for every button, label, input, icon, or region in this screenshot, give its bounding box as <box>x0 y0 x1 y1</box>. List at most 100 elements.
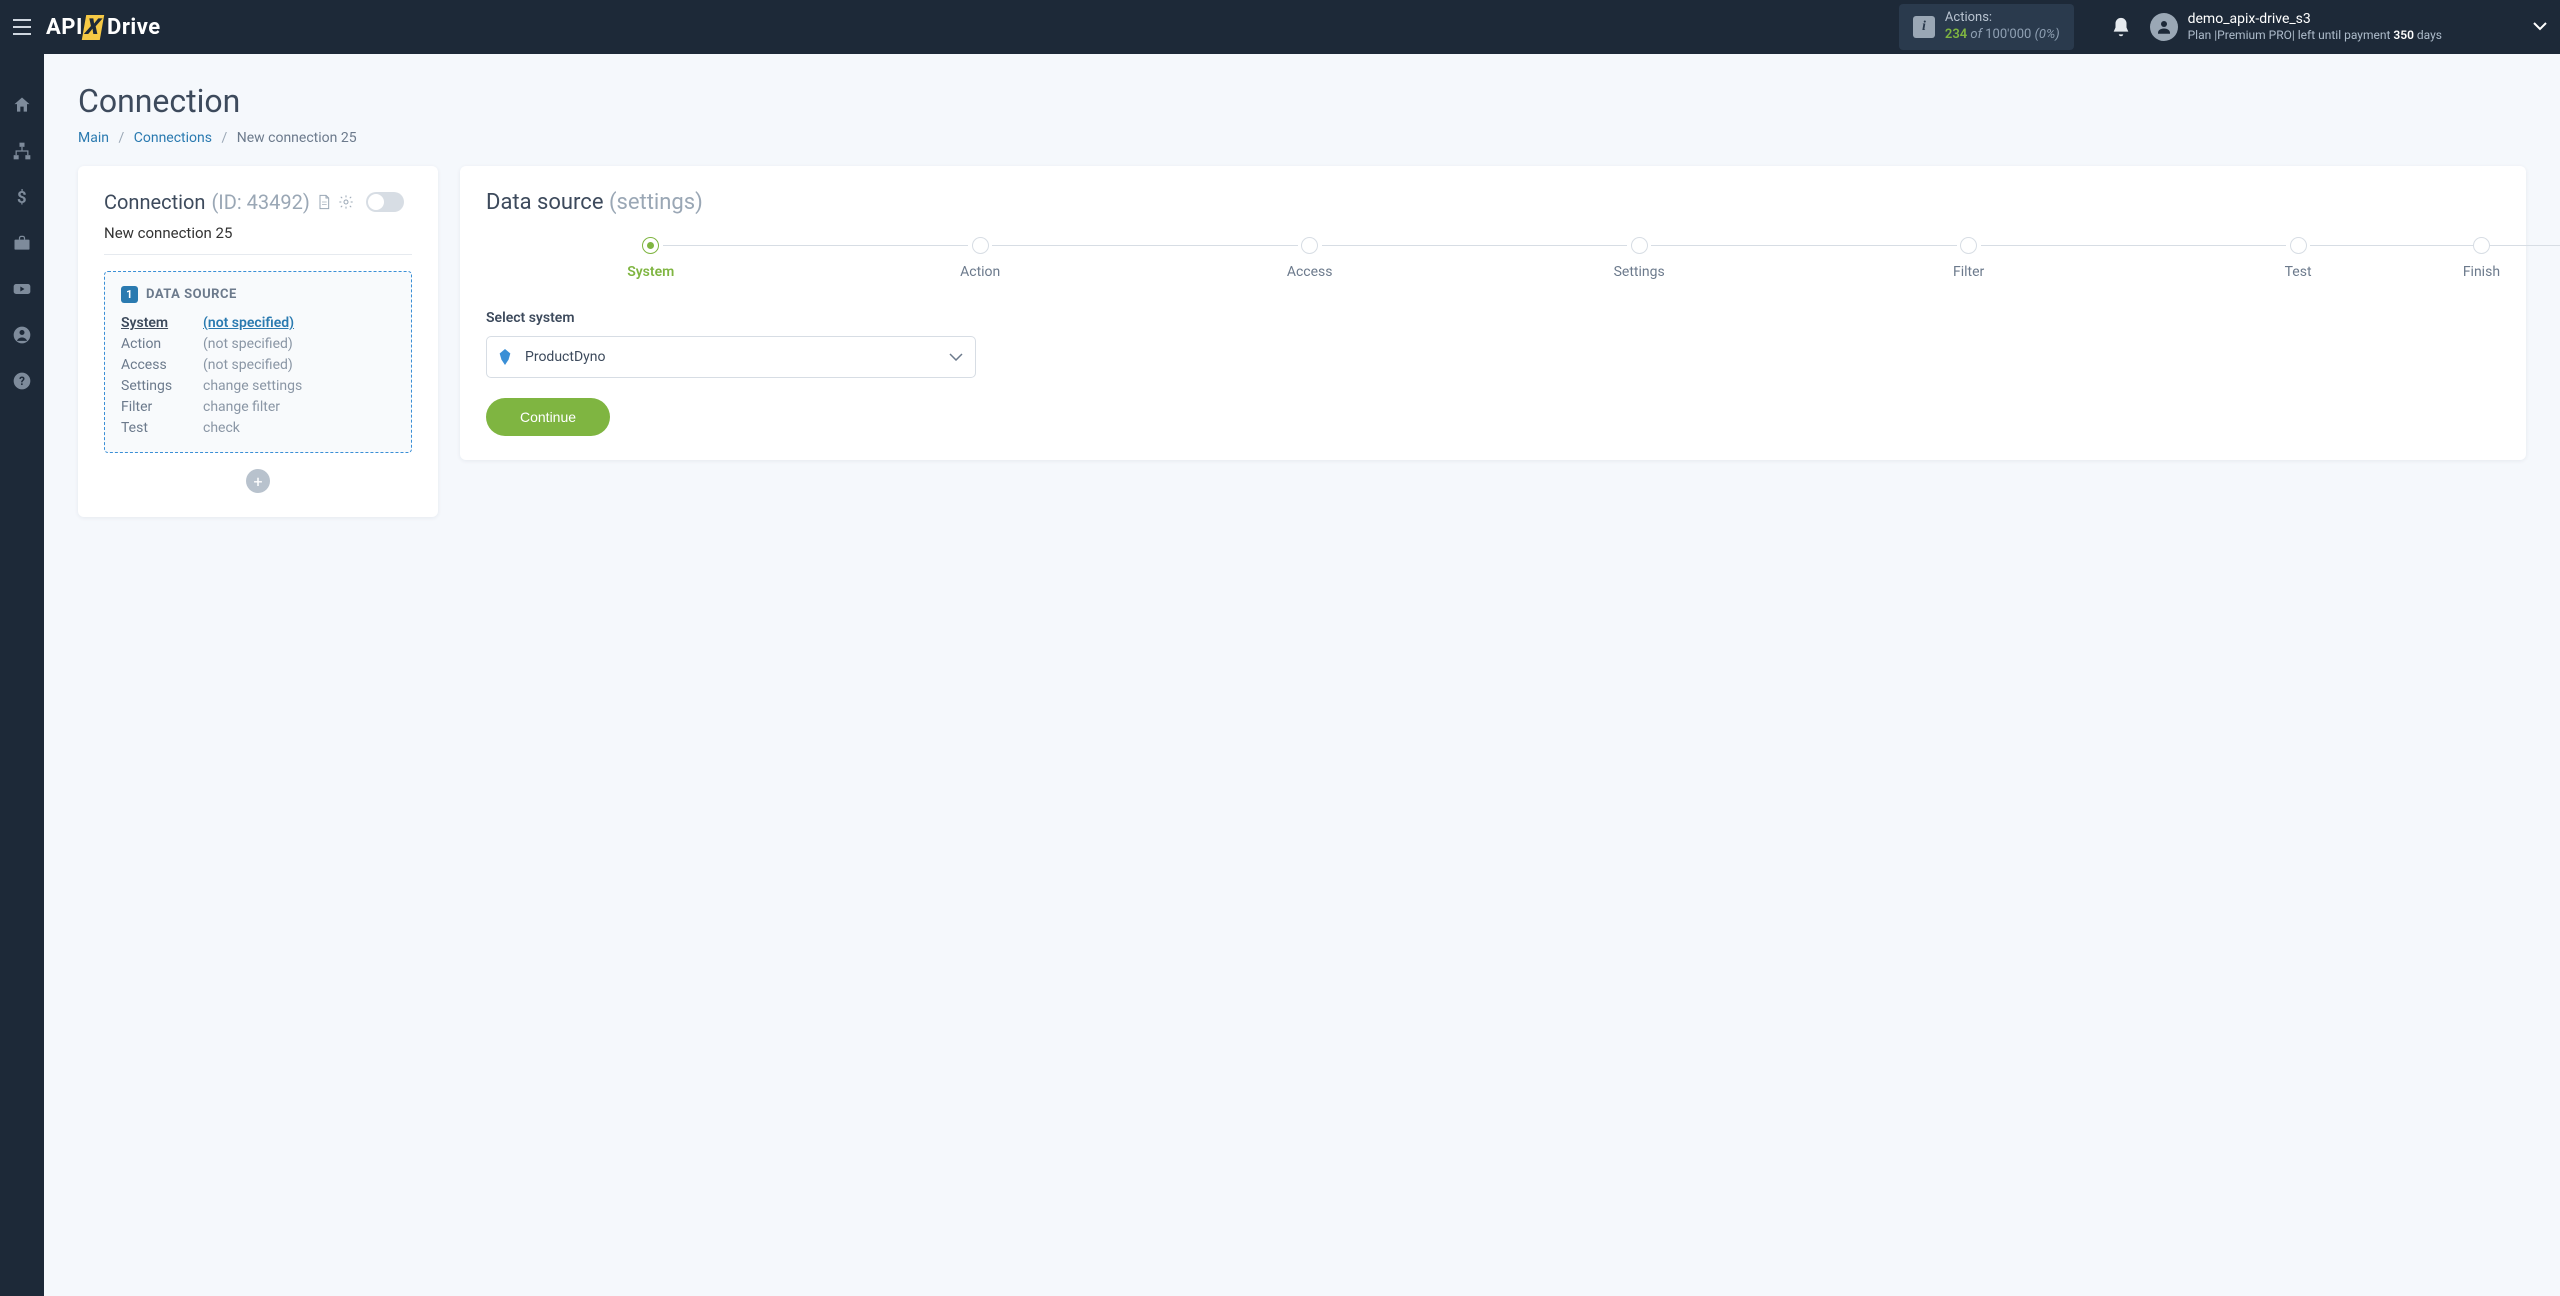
right-header-title: Data source <box>486 190 604 215</box>
right-header-sub: (settings) <box>609 190 703 215</box>
hamburger-icon <box>12 19 32 35</box>
ds-row-value[interactable]: (not specified) <box>203 315 395 331</box>
actions-text: Actions: 234 of 100'000 (0%) <box>1945 10 2060 44</box>
ds-row-value: change filter <box>203 399 395 415</box>
user-text: demo_apix-drive_s3 Plan |Premium PRO| le… <box>2188 11 2442 44</box>
chevron-down-icon <box>949 353 963 361</box>
system-icon <box>499 349 513 365</box>
user-menu[interactable]: demo_apix-drive_s3 Plan |Premium PRO| le… <box>2150 11 2548 44</box>
bell-icon[interactable] <box>2110 16 2132 38</box>
sitemap-icon <box>12 141 32 161</box>
system-select[interactable]: ProductDyno <box>486 336 976 378</box>
content: Connection Main / Connections / New conn… <box>44 54 2560 1296</box>
ds-row-key: Action <box>121 336 203 352</box>
document-icon[interactable] <box>316 194 332 210</box>
connection-header: Connection (ID: 43492) <box>104 190 412 214</box>
system-selected: ProductDyno <box>525 349 949 365</box>
logo-api: API <box>46 15 83 40</box>
logo[interactable]: API X Drive <box>46 15 161 40</box>
actions-pct: (0%) <box>2035 27 2060 42</box>
ds-row-key: Filter <box>121 399 203 415</box>
ds-row-value: check <box>203 420 395 436</box>
ds-row-key: Access <box>121 357 203 373</box>
step-label: Action <box>960 264 1000 280</box>
user-circle-icon <box>12 325 32 345</box>
question-icon: ? <box>12 371 32 391</box>
ds-row-key[interactable]: System <box>121 315 203 331</box>
step-dot <box>1960 237 1977 254</box>
svg-text:?: ? <box>19 374 25 388</box>
logo-drive: Drive <box>107 15 161 40</box>
ds-row-value: (not specified) <box>203 336 395 352</box>
logo-x: X <box>82 15 105 40</box>
step-dot <box>1301 237 1318 254</box>
gear-icon[interactable] <box>338 194 354 210</box>
nav-help[interactable]: ? <box>11 370 33 392</box>
data-source-box: 1 DATA SOURCE System(not specified)Actio… <box>104 271 412 453</box>
step-label: System <box>627 264 674 280</box>
avatar <box>2150 13 2178 41</box>
select-system-label: Select system <box>486 310 2500 326</box>
ds-row-value: (not specified) <box>203 357 395 373</box>
youtube-icon <box>12 279 32 299</box>
nav-account[interactable] <box>11 324 33 346</box>
actions-count: 234 <box>1945 27 1967 42</box>
data-source-title-text: DATA SOURCE <box>146 287 237 302</box>
user-chevron[interactable] <box>2532 19 2548 35</box>
step-finish[interactable]: Finish <box>2463 237 2500 280</box>
actions-label: Actions: <box>1945 10 2060 27</box>
step-filter[interactable]: Filter <box>1804 237 2133 280</box>
ds-row-key: Settings <box>121 378 203 394</box>
user-name: demo_apix-drive_s3 <box>2188 11 2442 29</box>
step-label: Test <box>2285 264 2312 280</box>
ds-row-key: Test <box>121 420 203 436</box>
data-source-title: 1 DATA SOURCE <box>121 286 395 303</box>
user-plan: Plan |Premium PRO| left until payment 35… <box>2188 28 2442 43</box>
continue-button[interactable]: Continue <box>486 398 610 436</box>
nav-home[interactable] <box>11 94 33 116</box>
step-system[interactable]: System <box>486 237 815 280</box>
step-label: Finish <box>2463 264 2500 280</box>
ds-row-value: change settings <box>203 378 395 394</box>
info-icon: i <box>1913 16 1935 38</box>
dollar-icon: $ <box>12 187 32 207</box>
chevron-down-icon <box>2532 21 2548 31</box>
step-access[interactable]: Access <box>1145 237 1474 280</box>
user-icon <box>2155 18 2173 36</box>
step-dot <box>2290 237 2307 254</box>
step-settings[interactable]: Settings <box>1474 237 1803 280</box>
page-title: Connection <box>78 82 2526 120</box>
data-source-settings-card: Data source (settings) System Action Acces… <box>460 166 2526 460</box>
data-source-number: 1 <box>121 286 138 303</box>
breadcrumb-connections[interactable]: Connections <box>134 130 212 146</box>
nav-connections[interactable] <box>11 140 33 162</box>
connection-toggle[interactable] <box>366 192 404 212</box>
sidebar: $ ? <box>0 54 44 1296</box>
actions-counter[interactable]: i Actions: 234 of 100'000 (0%) <box>1899 4 2074 50</box>
step-test[interactable]: Test <box>2133 237 2462 280</box>
actions-total: 100'000 <box>1985 27 2031 42</box>
step-action[interactable]: Action <box>815 237 1144 280</box>
step-label: Access <box>1287 264 1333 280</box>
breadcrumb-main[interactable]: Main <box>78 130 109 146</box>
connection-id: (ID: 43492) <box>211 190 309 214</box>
nav-youtube[interactable] <box>11 278 33 300</box>
nav-work[interactable] <box>11 232 33 254</box>
connection-name: New connection 25 <box>104 224 412 255</box>
stepper: System Action Access SettingsFilter Test Fini… <box>486 237 2500 280</box>
topbar: API X Drive i Actions: 234 of 100'000 (0… <box>0 0 2560 54</box>
connection-card: Connection (ID: 43492) New connection 25… <box>78 166 438 517</box>
connection-header-title: Connection <box>104 190 205 214</box>
svg-text:$: $ <box>17 189 27 207</box>
step-dot <box>642 237 659 254</box>
menu-toggle[interactable] <box>8 13 36 41</box>
briefcase-icon <box>12 233 32 253</box>
breadcrumb-current: New connection 25 <box>237 130 357 146</box>
right-header: Data source (settings) <box>486 190 2500 215</box>
home-icon <box>12 95 32 115</box>
step-dot <box>1631 237 1648 254</box>
nav-billing[interactable]: $ <box>11 186 33 208</box>
actions-of: of <box>1970 27 1982 42</box>
add-step-button[interactable]: + <box>246 469 270 493</box>
step-dot <box>2473 237 2490 254</box>
